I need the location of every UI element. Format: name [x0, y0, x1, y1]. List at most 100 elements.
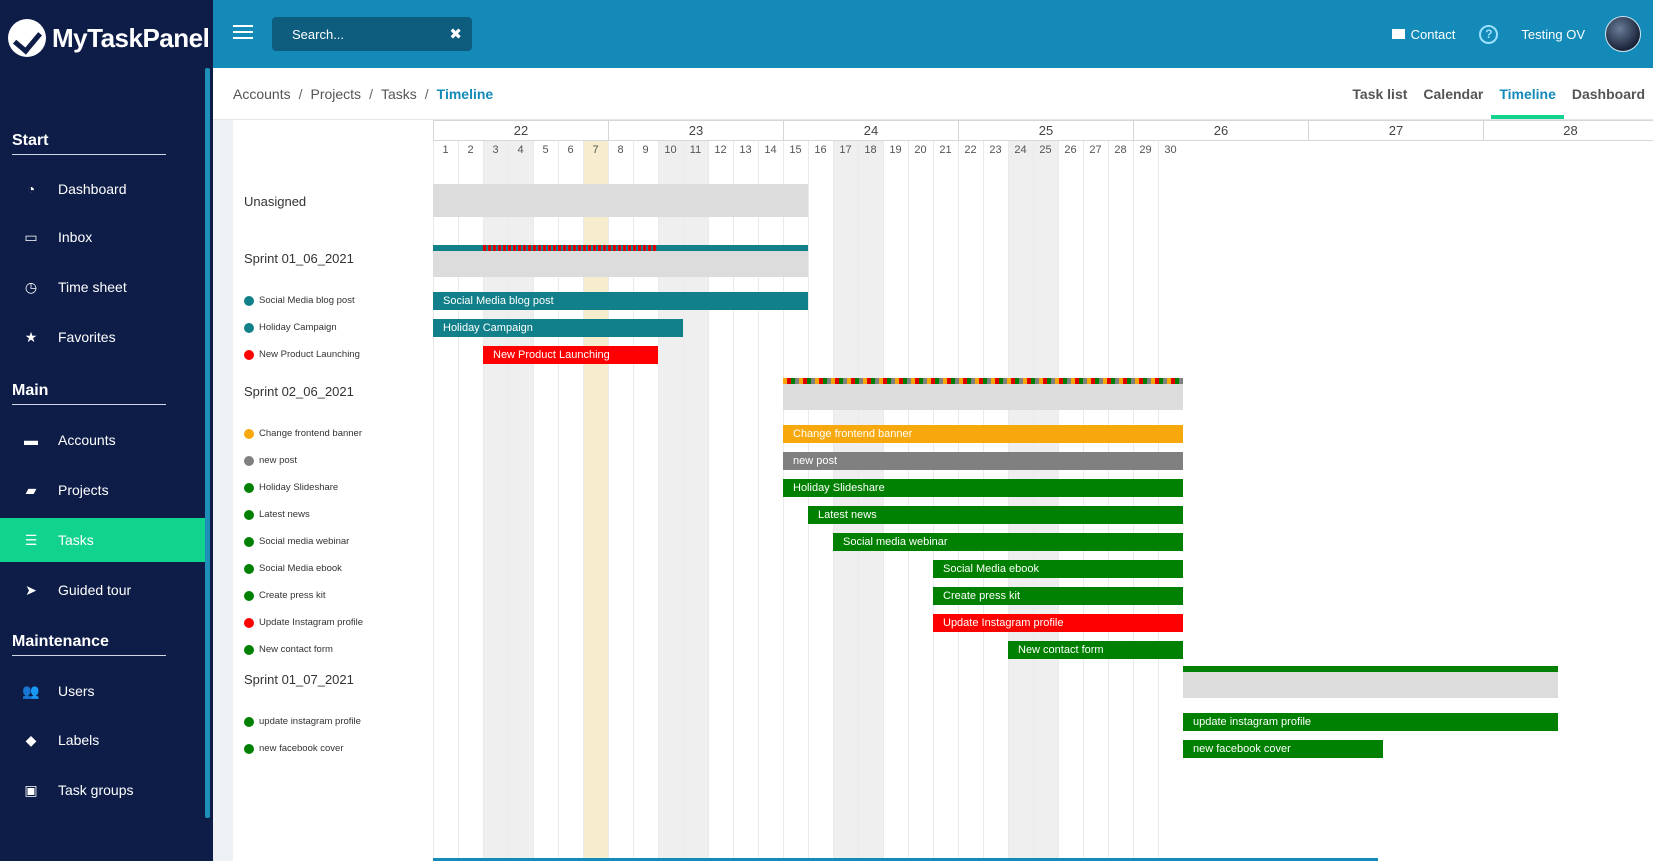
app-logo[interactable]: MyTaskPanel	[8, 16, 210, 60]
sidebar-item-guided-tour[interactable]: ➤ Guided tour	[0, 568, 205, 612]
status-dot-icon	[244, 349, 254, 360]
breadcrumb-projects[interactable]: Projects	[310, 86, 361, 102]
task-row-label[interactable]: Update Instagram profile	[244, 617, 363, 628]
sidebar-item-task-groups[interactable]: ▣ Task groups	[0, 768, 205, 812]
sprint-summary-bar[interactable]	[433, 251, 808, 277]
topbar: ✖ Contact ? Testing OV	[213, 0, 1653, 68]
task-row-label[interactable]: Holiday Campaign	[244, 322, 337, 333]
sidebar-item-tasks[interactable]: ☰ Tasks	[0, 518, 205, 562]
sidebar-scrollbar[interactable]	[205, 68, 210, 818]
menu-toggle-icon[interactable]	[233, 25, 253, 39]
tab-dashboard[interactable]: Dashboard	[1564, 68, 1653, 119]
task-bar[interactable]: Update Instagram profile	[933, 614, 1183, 632]
timeline-chart: 22 23 24 25 26 27 28 1 2 3 4 5 6 7 8 9 10 11 12 13 14 15 16 17 1…	[433, 120, 1653, 861]
week-header: 25	[958, 120, 1133, 141]
tab-task-list[interactable]: Task list	[1344, 68, 1415, 119]
search-input[interactable]	[292, 26, 442, 42]
breadcrumb-accounts[interactable]: Accounts	[233, 86, 291, 102]
paper-plane-icon: ➤	[25, 581, 37, 598]
sprint-summary-bar[interactable]	[433, 184, 808, 217]
status-dot-icon	[244, 428, 254, 439]
task-bar[interactable]: Latest news	[808, 506, 1183, 524]
task-bar[interactable]: Social media webinar	[833, 533, 1183, 551]
task-bar[interactable]: Social Media ebook	[933, 560, 1183, 578]
day-column	[983, 140, 1008, 861]
task-row-label[interactable]: Change frontend banner	[244, 428, 362, 439]
group-label[interactable]: Unasigned	[244, 194, 306, 209]
sidebar-item-dashboard[interactable]: ◔ Dashboard	[0, 167, 205, 211]
task-bar[interactable]: new facebook cover	[1183, 740, 1383, 758]
contact-link[interactable]: Contact	[1391, 27, 1455, 42]
task-label-text: update instagram profile	[259, 716, 361, 727]
sprint-progress-stripe	[433, 245, 808, 251]
sidebar-item-accounts[interactable]: ▬ Accounts	[0, 418, 205, 462]
task-row-label[interactable]: Social media webinar	[244, 536, 349, 547]
section-title-start: Start	[12, 132, 166, 155]
sidebar-item-labels[interactable]: ◆ Labels	[0, 718, 205, 762]
sidebar-item-time-sheet[interactable]: ◷ Time sheet	[0, 265, 205, 309]
task-bar[interactable]: Change frontend banner	[783, 425, 1183, 443]
task-row-label[interactable]: Latest news	[244, 509, 310, 520]
logo-mark-icon	[8, 19, 46, 57]
day-number: 17	[839, 144, 852, 156]
task-label-text: Latest news	[259, 509, 310, 520]
task-row-label[interactable]: New Product Launching	[244, 349, 360, 360]
task-row-label[interactable]: Social Media ebook	[244, 563, 342, 574]
group-label[interactable]: Sprint 01_07_2021	[244, 672, 354, 687]
group-label[interactable]: Sprint 01_06_2021	[244, 251, 354, 266]
task-bar[interactable]: Create press kit	[933, 587, 1183, 605]
sprint-summary-bar[interactable]	[783, 384, 1183, 410]
group-label[interactable]: Sprint 02_06_2021	[244, 384, 354, 399]
breadcrumb-separator: /	[298, 86, 303, 102]
search-box: ✖	[272, 17, 472, 51]
clear-search-icon[interactable]: ✖	[449, 25, 462, 43]
tab-timeline[interactable]: Timeline	[1491, 68, 1564, 119]
task-bar[interactable]: Social Media blog post	[433, 292, 808, 310]
sprint-progress-stripe	[783, 378, 1183, 384]
sidebar-item-label: Users	[58, 683, 95, 699]
task-row-label[interactable]: Create press kit	[244, 590, 326, 601]
sidebar-item-projects[interactable]: ▰ Projects	[0, 468, 205, 512]
tab-calendar[interactable]: Calendar	[1415, 68, 1491, 119]
day-number: 3	[492, 144, 499, 156]
help-icon[interactable]: ?	[1479, 24, 1499, 44]
sprint-summary-bar[interactable]	[1183, 672, 1558, 698]
day-number: 14	[764, 144, 777, 156]
status-dot-icon	[244, 644, 254, 655]
task-row-label[interactable]: update instagram profile	[244, 716, 361, 727]
day-column	[1083, 140, 1108, 861]
task-bar[interactable]: Holiday Campaign	[433, 319, 683, 337]
task-label-text: new facebook cover	[259, 743, 344, 754]
task-label-text: Update Instagram profile	[259, 617, 364, 628]
task-bar[interactable]: Holiday Slideshare	[783, 479, 1183, 497]
day-number: 19	[889, 144, 902, 156]
task-row-label[interactable]: Social Media blog post	[244, 295, 355, 306]
task-row-label[interactable]: new facebook cover	[244, 743, 344, 754]
task-row-label[interactable]: Holiday Slideshare	[244, 482, 338, 493]
avatar[interactable]	[1605, 16, 1641, 52]
task-bar[interactable]: new post	[783, 452, 1183, 470]
user-name[interactable]: Testing OV	[1521, 27, 1585, 42]
task-label-text: Holiday Slideshare	[259, 482, 339, 493]
task-row-label[interactable]: New contact form	[244, 644, 333, 655]
day-number: 2	[467, 144, 474, 156]
status-dot-icon	[244, 509, 254, 520]
status-dot-icon	[244, 563, 254, 574]
sidebar-item-favorites[interactable]: ★ Favorites	[0, 315, 205, 359]
task-bar[interactable]: New Product Launching	[483, 346, 658, 364]
task-label-text: Social Media blog post	[259, 295, 355, 306]
sidebar-item-label: Tasks	[58, 532, 94, 548]
task-groups-icon: ▣	[24, 781, 38, 798]
sidebar-item-inbox[interactable]: ▭ Inbox	[0, 215, 205, 259]
task-label-text: Change frontend banner	[259, 428, 362, 439]
clock-icon: ◷	[24, 278, 38, 295]
task-bar[interactable]: New contact form	[1008, 641, 1183, 659]
breadcrumb: Accounts / Projects / Tasks / Timeline	[233, 86, 493, 102]
task-row-label[interactable]: new post	[244, 455, 297, 466]
breadcrumb-tasks[interactable]: Tasks	[381, 86, 417, 102]
day-column	[883, 140, 908, 861]
task-bar[interactable]: update instagram profile	[1183, 713, 1558, 731]
day-number: 23	[989, 144, 1002, 156]
breadcrumb-separator: /	[424, 86, 429, 102]
sidebar-item-users[interactable]: 👥 Users	[0, 669, 205, 713]
